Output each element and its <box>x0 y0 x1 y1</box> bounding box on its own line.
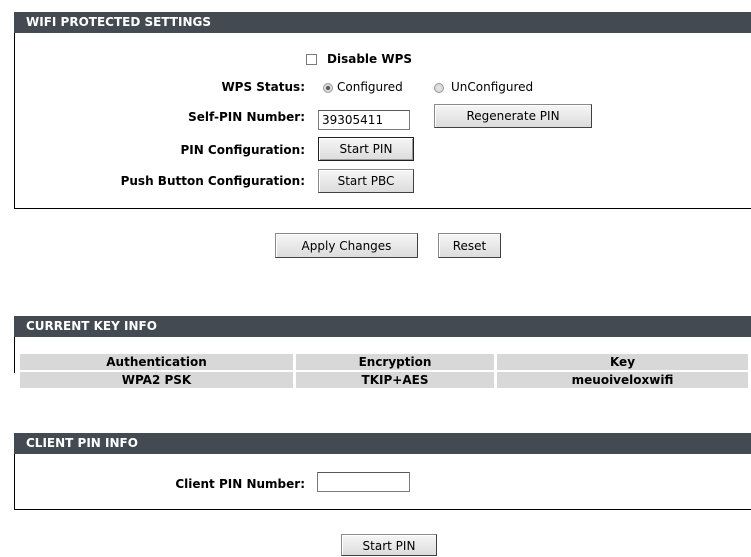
apply-changes-button[interactable]: Apply Changes <box>275 233 418 258</box>
start-pin-button[interactable]: Start PIN <box>318 137 414 161</box>
table-cell-encryption: TKIP+AES <box>296 372 494 388</box>
self-pin-label: Self-PIN Number: <box>188 110 305 124</box>
start-pbc-button[interactable]: Start PBC <box>318 169 414 193</box>
client-pin-label: Client PIN Number: <box>175 477 305 491</box>
key-info-table: Authentication Encryption Key WPA2 PSK T… <box>17 352 751 390</box>
disable-wps-label: Disable WPS <box>327 52 413 66</box>
wps-status-unconfigured-radio[interactable] <box>434 83 444 93</box>
key-info-section-header: CURRENT KEY INFO <box>14 316 751 337</box>
pbc-label: Push Button Configuration: <box>120 174 305 188</box>
table-cell-authentication: WPA2 PSK <box>20 372 293 388</box>
wps-section-header: WIFI PROTECTED SETTINGS <box>14 12 751 33</box>
wps-status-configured-text: Configured <box>337 80 403 94</box>
disable-wps-checkbox[interactable] <box>306 54 317 65</box>
regenerate-pin-button[interactable]: Regenerate PIN <box>434 104 592 128</box>
client-pin-input[interactable] <box>317 472 410 492</box>
reset-button[interactable]: Reset <box>438 233 501 258</box>
table-cell-key: meuoiveloxwifi <box>497 372 748 388</box>
wps-status-configured-radio[interactable] <box>323 83 333 93</box>
table-row: WPA2 PSK TKIP+AES meuoiveloxwifi <box>20 372 748 388</box>
table-header-key: Key <box>497 354 748 370</box>
table-header-encryption: Encryption <box>296 354 494 370</box>
pin-configuration-label: PIN Configuration: <box>180 143 305 157</box>
client-start-pin-button[interactable]: Start PIN <box>341 534 437 556</box>
wps-status-label: WPS Status: <box>221 80 305 94</box>
table-header-authentication: Authentication <box>20 354 293 370</box>
wps-status-unconfigured-text: UnConfigured <box>451 80 534 94</box>
client-pin-section-header: CLIENT PIN INFO <box>14 433 751 454</box>
table-row: Authentication Encryption Key <box>20 354 748 370</box>
self-pin-input[interactable] <box>318 110 410 130</box>
